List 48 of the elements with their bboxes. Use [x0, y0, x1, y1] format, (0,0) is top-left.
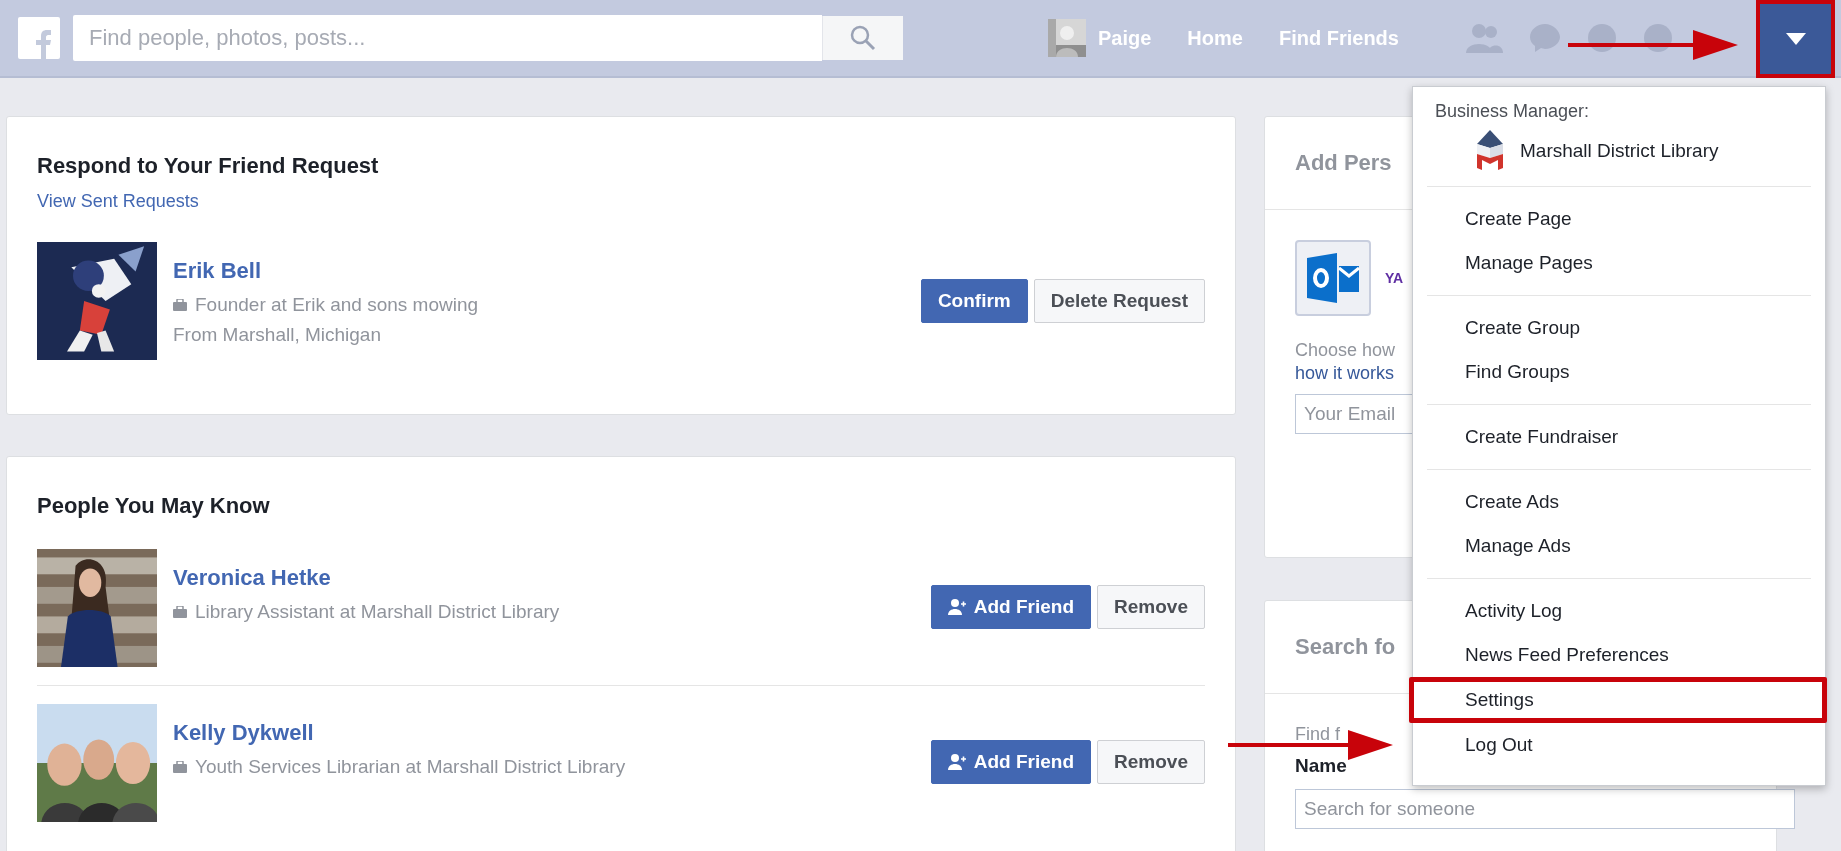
description-text: Choose how [1295, 340, 1396, 361]
name-search-field[interactable]: Search for someone [1295, 789, 1795, 829]
search-field[interactable]: Find people, photos, posts... [73, 15, 822, 61]
menu-button[interactable] [1756, 0, 1835, 78]
add-friend-button[interactable]: Add Friend [930, 740, 1092, 784]
caret-icon [1785, 33, 1806, 45]
menu-item[interactable]: Settings [1409, 677, 1827, 723]
outlook-icon[interactable] [1295, 240, 1371, 316]
menu-item[interactable]: Manage Pages [1413, 241, 1825, 285]
person-name-link[interactable]: Erik Bell [173, 258, 479, 284]
menu-item[interactable]: Create Group [1413, 306, 1825, 350]
menu-item[interactable]: Create Page [1413, 197, 1825, 241]
location-text: From Marshall, Michigan [173, 324, 381, 346]
menu-item[interactable]: Manage Ads [1413, 524, 1825, 568]
briefcase-icon [173, 606, 187, 618]
confirm-button[interactable]: Confirm [920, 279, 1028, 323]
remove-button[interactable]: Remove [1097, 740, 1205, 784]
menu-item[interactable]: Log Out [1413, 723, 1825, 767]
menu-header: Business Manager: [1434, 101, 1591, 122]
how-it-works-link[interactable]: how it works [1295, 363, 1395, 384]
menu-item[interactable]: Marshall District Library [1413, 122, 1825, 182]
work-text: Library Assistant at Marshall District Library [195, 601, 560, 623]
section-title: People You May Know [37, 493, 271, 519]
hint-text: Find f [1295, 724, 1341, 745]
menu-item[interactable]: Create Ads [1413, 480, 1825, 524]
person-name-link[interactable]: Veronica Hetke [173, 565, 560, 591]
menu-item[interactable]: Find Groups [1413, 350, 1825, 394]
menu-item[interactable]: Create Fundraiser [1413, 415, 1825, 459]
menu-item[interactable]: News Feed Preferences [1413, 633, 1825, 677]
add-person-icon [947, 599, 966, 615]
name-label: Name [1295, 755, 1347, 777]
section-title: Respond to Your Friend Request [37, 153, 380, 179]
remove-button[interactable]: Remove [1097, 585, 1205, 629]
library-logo-icon [1476, 130, 1504, 172]
provider-logo[interactable]: YA [1385, 270, 1404, 286]
work-text: Founder at Erik and sons mowing [195, 294, 479, 316]
search-icon[interactable] [822, 16, 903, 60]
card-title: Search fo [1295, 634, 1396, 660]
sent-requests-link[interactable]: View Sent Requests [37, 191, 199, 212]
add-person-icon [947, 754, 966, 770]
briefcase-icon [173, 299, 187, 311]
delete-request-button[interactable]: Delete Request [1033, 279, 1205, 323]
add-friend-button[interactable]: Add Friend [930, 585, 1092, 629]
briefcase-icon [173, 761, 187, 773]
card-title: Add Pers [1295, 150, 1392, 176]
menu-item[interactable]: Activity Log [1413, 589, 1825, 633]
work-text: Youth Services Librarian at Marshall District Library [195, 756, 626, 778]
person-name-link[interactable]: Kelly Dykwell [173, 720, 626, 746]
